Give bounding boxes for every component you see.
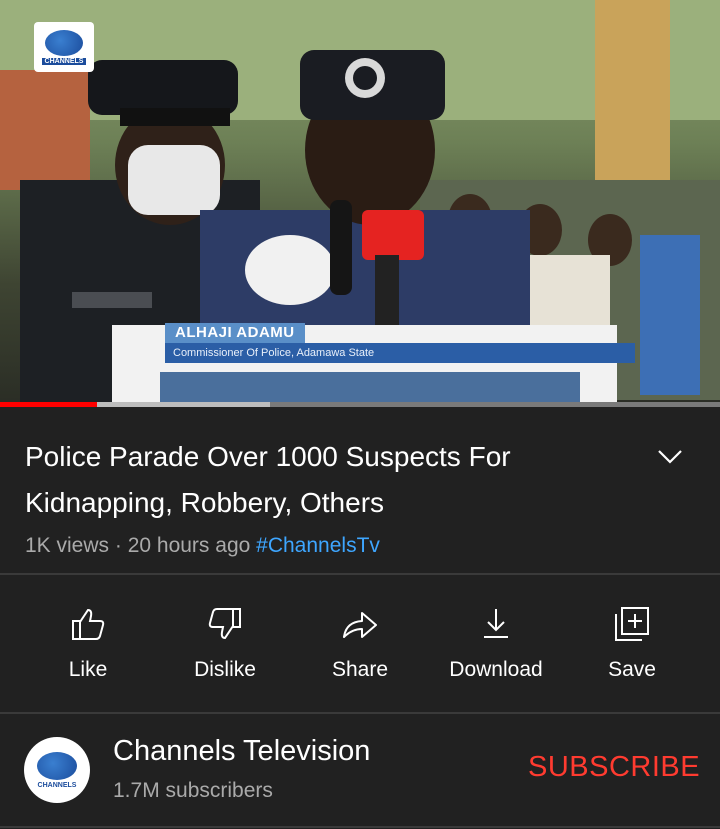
video-meta: 1K views · 20 hours ago #ChannelsTv bbox=[25, 534, 380, 558]
channel-watermark-logo: CHANNELS bbox=[34, 22, 94, 72]
download-label: Download bbox=[449, 658, 543, 681]
hashtag-link[interactable]: #ChannelsTv bbox=[256, 534, 380, 557]
progress-played bbox=[0, 402, 98, 407]
meta-separator: · bbox=[114, 534, 128, 557]
share-arrow-icon bbox=[343, 612, 377, 638]
chevron-down-icon[interactable] bbox=[654, 440, 686, 472]
video-title: Police Parade Over 1000 Suspects For Kid… bbox=[25, 441, 511, 518]
video-player[interactable]: CHANNELS ALHAJI ADAMU Commissioner Of Po… bbox=[0, 0, 720, 407]
video-progress-bar[interactable] bbox=[0, 402, 720, 407]
subscribe-button[interactable]: SUBSCRIBE bbox=[528, 751, 700, 784]
channel-row: CHANNELS Channels Television 1.7M subscr… bbox=[0, 715, 720, 825]
like-button[interactable]: Like bbox=[20, 590, 156, 700]
globe-logo-icon bbox=[37, 751, 77, 780]
save-button[interactable]: Save bbox=[564, 590, 700, 700]
thumbs-up-icon bbox=[72, 608, 105, 640]
action-bar: Like Dislike Share Download Save bbox=[0, 590, 720, 700]
share-label: Share bbox=[331, 658, 389, 681]
speaker-role: Commissioner Of Police, Adamawa State bbox=[165, 343, 635, 363]
divider bbox=[0, 712, 720, 714]
channel-avatar[interactable]: CHANNELS bbox=[24, 737, 90, 803]
download-button[interactable]: Download bbox=[428, 590, 564, 700]
add-to-playlist-icon bbox=[615, 607, 649, 641]
avatar-text: CHANNELS bbox=[37, 781, 77, 789]
thumbs-down-icon bbox=[208, 608, 241, 640]
speaker-name: ALHAJI ADAMU bbox=[165, 323, 305, 343]
share-button[interactable]: Share bbox=[292, 590, 428, 700]
subscriber-count: 1.7M subscribers bbox=[113, 779, 273, 802]
save-label: Save bbox=[608, 658, 656, 681]
divider bbox=[0, 573, 720, 575]
dislike-label: Dislike bbox=[194, 658, 256, 681]
upload-time: 20 hours ago bbox=[127, 534, 251, 557]
lower-third-caption: ALHAJI ADAMU Commissioner Of Police, Ada… bbox=[165, 323, 635, 365]
view-count: 1K views bbox=[25, 534, 110, 557]
dislike-button[interactable]: Dislike bbox=[157, 590, 293, 700]
download-icon bbox=[484, 609, 508, 638]
channel-name[interactable]: Channels Television bbox=[113, 735, 370, 768]
watermark-text: CHANNELS bbox=[41, 57, 87, 65]
divider bbox=[0, 826, 720, 828]
like-label: Like bbox=[68, 658, 108, 681]
globe-logo-icon bbox=[45, 29, 83, 56]
